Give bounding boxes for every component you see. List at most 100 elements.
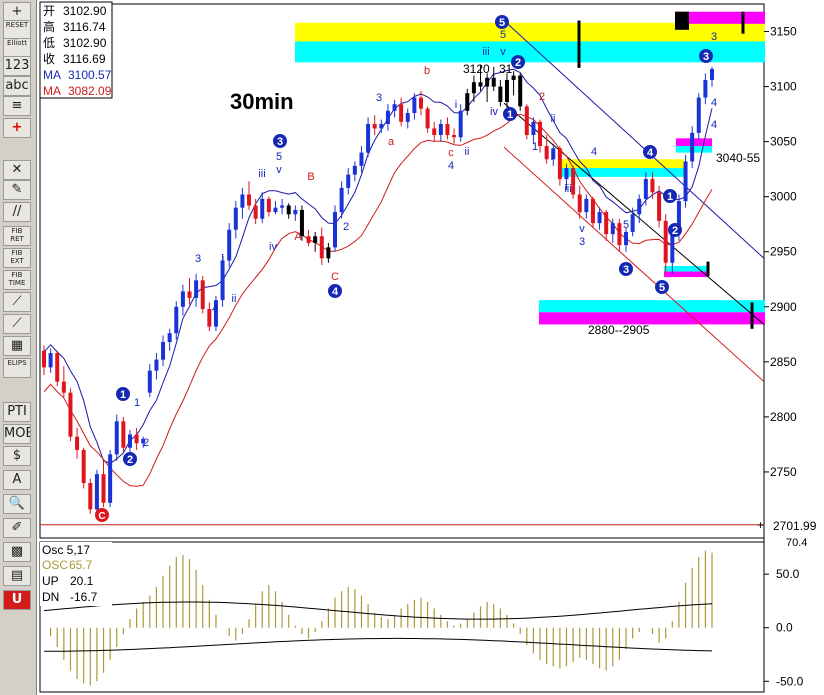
candle xyxy=(227,229,232,261)
candle xyxy=(247,194,252,206)
candle xyxy=(260,198,265,219)
candle xyxy=(48,353,53,368)
candle xyxy=(412,97,417,114)
wave-label: i xyxy=(455,99,457,111)
y-tick-label: 2900 xyxy=(770,300,797,314)
osc-label: OSC xyxy=(42,558,68,572)
candle xyxy=(68,392,73,437)
candle xyxy=(200,280,205,309)
wave-label: 3 xyxy=(195,253,201,265)
wave-circle-label: 4 xyxy=(332,286,339,298)
info-value-open: 3102.90 xyxy=(63,4,107,18)
candle xyxy=(359,152,364,166)
candle xyxy=(392,104,397,111)
candle xyxy=(683,161,688,202)
zone-cyan-small xyxy=(664,266,709,272)
wave-label: i xyxy=(222,253,224,265)
candle xyxy=(617,223,622,246)
candle xyxy=(511,75,516,80)
wave-label: ii xyxy=(465,146,470,158)
last-price-label: 2701.99 xyxy=(773,519,817,533)
candle xyxy=(134,434,139,444)
candle xyxy=(75,436,80,450)
candle xyxy=(584,198,589,213)
chart-canvas: 1234521435123C123 i4iiiii5vivABC23abc4iii… xyxy=(39,1,824,693)
wave-circle-label: 3 xyxy=(623,264,629,276)
candle xyxy=(432,128,437,136)
info-value-low: 3102.90 xyxy=(63,36,107,50)
candle xyxy=(445,124,450,136)
candle xyxy=(425,108,430,129)
wave-circle-label: 5 xyxy=(659,282,665,294)
range-low-label: 2880--2905 xyxy=(588,323,650,337)
wave-label: iii xyxy=(564,183,571,195)
wave-label: 5 xyxy=(623,219,629,231)
zone-cyan-lower xyxy=(539,300,765,313)
wave-label: c xyxy=(448,147,454,159)
candle xyxy=(81,449,86,483)
osc-tick-label: 0.0 xyxy=(776,621,793,635)
wave-circle-label: 1 xyxy=(120,389,126,401)
wave-circle-label: C xyxy=(98,511,105,522)
osc-dn-label: DN xyxy=(42,590,59,604)
timeframe-label: 30min xyxy=(230,89,294,114)
candle xyxy=(306,236,311,243)
candle xyxy=(286,205,291,215)
y-tick-label: 2850 xyxy=(770,355,797,369)
zone-cyan-mid xyxy=(560,168,684,177)
candle xyxy=(624,231,629,246)
price-panel xyxy=(39,3,765,539)
candle xyxy=(266,198,271,213)
candle xyxy=(167,333,172,343)
info-label: 高 xyxy=(43,19,55,34)
y-tick-label: 2800 xyxy=(770,410,797,424)
wave-circle-label: 5 xyxy=(499,17,505,29)
candle xyxy=(544,146,549,160)
candle xyxy=(438,124,443,136)
wave-label: 3 xyxy=(579,236,585,248)
candle xyxy=(504,79,509,102)
candle xyxy=(498,86,503,102)
candle xyxy=(319,236,324,259)
candle xyxy=(333,212,338,248)
candle xyxy=(524,106,529,136)
zone-yellow-upper xyxy=(295,22,765,42)
candle xyxy=(458,110,463,138)
osc-tick-label: -50.0 xyxy=(776,674,804,688)
y-tick-label: 3050 xyxy=(770,135,797,149)
candle xyxy=(121,421,126,448)
wave-label: 4 xyxy=(591,146,597,158)
candle xyxy=(372,124,377,129)
candle xyxy=(630,214,635,232)
candle xyxy=(147,370,152,393)
wave-label: i xyxy=(551,151,553,163)
info-value-close: 3116.69 xyxy=(63,52,106,66)
candle xyxy=(174,306,179,334)
candle xyxy=(491,77,496,87)
candle xyxy=(154,359,159,371)
wave-circle-label: 3 xyxy=(703,51,709,63)
wave-circle-label: 1 xyxy=(667,191,673,203)
candle xyxy=(650,179,655,193)
wave-label: iii xyxy=(482,46,489,58)
y-tick-label: 2750 xyxy=(770,465,797,479)
candle xyxy=(220,260,225,301)
candle xyxy=(703,79,708,98)
candle xyxy=(88,482,93,510)
candle xyxy=(127,434,132,448)
wave-label: v xyxy=(276,164,282,176)
candle xyxy=(207,308,212,327)
osc-panel xyxy=(39,541,765,693)
info-label: 收 xyxy=(43,52,55,66)
candle xyxy=(194,280,199,298)
candle xyxy=(240,194,245,208)
wave-label: 2 xyxy=(343,221,349,233)
wave-circle-label: 4 xyxy=(647,147,654,159)
candle xyxy=(385,110,390,125)
wave-label: 3 xyxy=(711,31,717,43)
candle xyxy=(42,350,46,368)
y-tick-label: 2950 xyxy=(770,245,797,259)
info-value-ma2: 3082.09 xyxy=(68,84,112,98)
candle xyxy=(696,97,701,133)
osc-up-value: 20.1 xyxy=(70,574,94,588)
